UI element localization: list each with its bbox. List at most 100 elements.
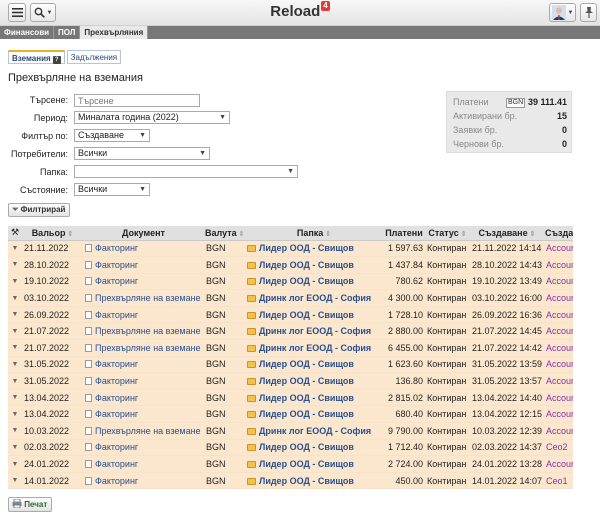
row-expand-icon[interactable]: ▼ bbox=[8, 289, 22, 307]
cell-creator[interactable]: Account bbox=[544, 422, 573, 440]
table-row[interactable]: ▼ 13.04.2022 Факторинг BGN Лидер ООД - Свищо… bbox=[8, 389, 573, 407]
row-expand-icon[interactable]: ▼ bbox=[8, 356, 22, 374]
cell-folder[interactable]: Лидер ООД - Свищов bbox=[245, 240, 383, 258]
cell-document[interactable]: Факторинг bbox=[83, 356, 204, 374]
row-expand-icon[interactable]: ▼ bbox=[8, 240, 22, 258]
cell-creator[interactable]: Account bbox=[544, 372, 573, 390]
filter-button[interactable]: ⏷ Филтрирай bbox=[8, 203, 71, 217]
cell-folder[interactable]: Дринк лог ЕООД - София bbox=[245, 289, 383, 307]
cell-folder[interactable]: Лидер ООД - Свищов bbox=[245, 306, 383, 324]
cell-document[interactable]: Факторинг bbox=[83, 455, 204, 473]
table-row[interactable]: ▼ 02.03.2022 Факторинг BGN Лидер ООД - Свищо… bbox=[8, 439, 573, 457]
cell-document[interactable]: Факторинг bbox=[83, 372, 204, 390]
cell-folder[interactable]: Дринк лог ЕООД - София bbox=[245, 339, 383, 357]
column-header-document[interactable]: Документ bbox=[83, 226, 204, 241]
table-row[interactable]: ▼ 03.10.2022 Прехвърляне на вземане BGN Дрин… bbox=[8, 289, 573, 307]
row-expand-icon[interactable]: ▼ bbox=[8, 256, 22, 274]
cell-document[interactable]: Факторинг bbox=[83, 389, 204, 407]
column-header-folder[interactable]: Папка ⇕ bbox=[245, 226, 383, 241]
cell-document[interactable]: Прехвърляне на вземане bbox=[83, 339, 204, 357]
cell-folder[interactable]: Лидер ООД - Свищов bbox=[245, 389, 383, 407]
cell-folder[interactable]: Лидер ООД - Свищов bbox=[245, 256, 383, 274]
cell-folder[interactable]: Лидер ООД - Свищов bbox=[245, 439, 383, 457]
table-row[interactable]: ▼ 10.03.2022 Прехвърляне на вземане BGN Дрин… bbox=[8, 422, 573, 440]
cell-creator[interactable]: Account bbox=[544, 273, 573, 291]
state-select[interactable]: Всички ▼ bbox=[74, 183, 150, 196]
row-expand-icon[interactable]: ▼ bbox=[8, 273, 22, 291]
cell-document[interactable]: Факторинг bbox=[83, 256, 204, 274]
cell-creator[interactable]: Ceo2 bbox=[544, 439, 573, 457]
table-row[interactable]: ▼ 31.05.2022 Факторинг BGN Лидер ООД - Свищо… bbox=[8, 372, 573, 390]
cell-creator[interactable]: Account bbox=[544, 240, 573, 258]
cell-document[interactable]: Факторинг bbox=[83, 273, 204, 291]
row-expand-icon[interactable]: ▼ bbox=[8, 389, 22, 407]
row-expand-icon[interactable]: ▼ bbox=[8, 405, 22, 424]
pin-button[interactable] bbox=[580, 3, 597, 22]
search-input[interactable] bbox=[74, 94, 200, 107]
tab-receivables[interactable]: Вземания? bbox=[8, 50, 65, 64]
table-row[interactable]: ▼ 31.05.2022 Факторинг BGN Лидер ООД - Свищо… bbox=[8, 356, 573, 374]
cell-creator[interactable]: Account bbox=[544, 306, 573, 324]
help-icon[interactable]: ? bbox=[52, 56, 61, 64]
cell-document[interactable]: Прехвърляне на вземане bbox=[83, 289, 204, 307]
cell-creator[interactable]: Account bbox=[544, 389, 573, 407]
column-header-created[interactable]: Създаване ⇕ bbox=[470, 226, 544, 241]
table-row[interactable]: ▼ 13.04.2022 Факторинг BGN Лидер ООД - Свищо… bbox=[8, 405, 573, 424]
cell-document[interactable]: Факторинг bbox=[83, 306, 204, 324]
column-header-paid[interactable]: Платени bbox=[383, 226, 425, 241]
cell-folder[interactable]: Лидер ООД - Свищов bbox=[245, 405, 383, 424]
row-expand-icon[interactable]: ▼ bbox=[8, 422, 22, 440]
cell-folder[interactable]: Лидер ООД - Свищов bbox=[245, 356, 383, 374]
table-row[interactable]: ▼ 19.10.2022 Факторинг BGN Лидер ООД - Свищо… bbox=[8, 273, 573, 291]
column-header-creator[interactable]: Създал bbox=[544, 226, 573, 241]
column-header-currency[interactable]: Валута ⇕ bbox=[204, 226, 245, 241]
notification-badge[interactable]: 4 bbox=[321, 1, 330, 11]
row-expand-icon[interactable]: ▼ bbox=[8, 472, 22, 490]
filter-by-select[interactable]: Създаване ▼ bbox=[74, 129, 150, 142]
cell-creator[interactable]: Account bbox=[544, 356, 573, 374]
cell-creator[interactable]: Ceo1 bbox=[544, 472, 573, 490]
cell-folder[interactable]: Лидер ООД - Свищов bbox=[245, 273, 383, 291]
column-header-status[interactable]: Статус ⇕ bbox=[425, 226, 470, 241]
table-row[interactable]: ▼ 28.10.2022 Факторинг BGN Лидер ООД - Свищо… bbox=[8, 256, 573, 274]
table-row[interactable]: ▼ 24.01.2022 Факторинг BGN Лидер ООД - Свищо… bbox=[8, 455, 573, 473]
tab-finansovi[interactable]: Финансови bbox=[0, 26, 55, 39]
table-row[interactable]: ▼ 21.07.2022 Прехвърляне на вземане BGN Дрин… bbox=[8, 339, 573, 357]
tab-transfers[interactable]: Прехвърляния bbox=[80, 26, 149, 39]
cell-folder[interactable]: Лидер ООД - Свищов bbox=[245, 455, 383, 473]
table-row[interactable]: ▼ 21.11.2022 Факторинг BGN Лидер ООД - Свищо… bbox=[8, 240, 573, 258]
row-expand-icon[interactable]: ▼ bbox=[8, 339, 22, 357]
row-expand-icon[interactable]: ▼ bbox=[8, 322, 22, 341]
cell-document[interactable]: Факторинг bbox=[83, 405, 204, 424]
period-select[interactable]: Миналата година (2022) ▼ bbox=[74, 111, 230, 124]
row-expand-icon[interactable]: ▼ bbox=[8, 455, 22, 473]
users-select[interactable]: Всички ▼ bbox=[74, 147, 210, 160]
cell-creator[interactable]: Account bbox=[544, 455, 573, 473]
table-row[interactable]: ▼ 26.09.2022 Факторинг BGN Лидер ООД - Свищо… bbox=[8, 306, 573, 324]
cell-creator[interactable]: Account bbox=[544, 289, 573, 307]
cell-document[interactable]: Факторинг bbox=[83, 439, 204, 457]
cell-creator[interactable]: Account bbox=[544, 322, 573, 341]
cell-folder[interactable]: Лидер ООД - Свищов bbox=[245, 472, 383, 490]
columns-config-icon[interactable]: ⚒ bbox=[8, 226, 22, 241]
cell-document[interactable]: Факторинг bbox=[83, 472, 204, 490]
cell-folder[interactable]: Дринк лог ЕООД - София bbox=[245, 422, 383, 440]
row-expand-icon[interactable]: ▼ bbox=[8, 439, 22, 457]
cell-folder[interactable]: Дринк лог ЕООД - София bbox=[245, 322, 383, 341]
column-header-valeur[interactable]: Вальор ⇕ bbox=[22, 226, 83, 241]
table-row[interactable]: ▼ 21.07.2022 Прехвърляне на вземане BGN Дрин… bbox=[8, 322, 573, 341]
cell-creator[interactable]: Account bbox=[544, 256, 573, 274]
cell-creator[interactable]: Account bbox=[544, 339, 573, 357]
tab-payables[interactable]: Задължения bbox=[66, 50, 122, 64]
cell-document[interactable]: Прехвърляне на вземане bbox=[83, 322, 204, 341]
row-expand-icon[interactable]: ▼ bbox=[8, 306, 22, 324]
tab-pol[interactable]: ПОЛ bbox=[54, 26, 81, 39]
cell-document[interactable]: Факторинг bbox=[83, 240, 204, 258]
folder-select[interactable]: ▼ bbox=[74, 165, 298, 178]
table-row[interactable]: ▼ 14.01.2022 Факторинг BGN Лидер ООД - Свищо… bbox=[8, 472, 573, 490]
cell-creator[interactable]: Account bbox=[544, 405, 573, 424]
cell-folder[interactable]: Лидер ООД - Свищов bbox=[245, 372, 383, 390]
print-button[interactable]: Печат bbox=[8, 497, 53, 512]
cell-document[interactable]: Прехвърляне на вземане bbox=[83, 422, 204, 440]
user-menu-button[interactable]: ▼ bbox=[549, 3, 576, 22]
